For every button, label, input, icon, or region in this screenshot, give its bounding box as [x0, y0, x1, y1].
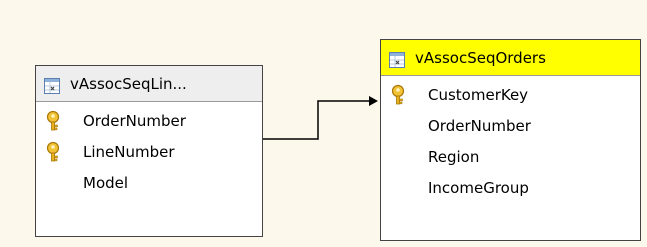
column-row[interactable]: CustomerKey [381, 79, 640, 110]
table-title: vAssocSeqLin... [70, 74, 187, 93]
column-row[interactable]: Model [36, 167, 262, 198]
key-slot-empty [44, 172, 62, 194]
column-row[interactable]: IncomeGroup [381, 172, 640, 203]
column-name: Region [428, 147, 480, 166]
column-row[interactable]: OrderNumber [36, 105, 262, 136]
column-name: IncomeGroup [428, 178, 529, 197]
diagram-canvas[interactable]: vAssocSeqLin... OrderNumber LineNumber M… [0, 0, 647, 247]
table-vassocseqlineitems[interactable]: vAssocSeqLin... OrderNumber LineNumber M… [35, 65, 263, 237]
key-slot-empty [389, 115, 407, 137]
column-row[interactable]: OrderNumber [381, 110, 640, 141]
relationship-arrowhead [369, 96, 378, 106]
primary-key-icon [46, 141, 60, 161]
column-list: OrderNumber LineNumber Model [36, 102, 262, 198]
primary-key-icon [391, 84, 405, 104]
table-header[interactable]: vAssocSeqOrders [381, 40, 640, 76]
table-icon [389, 51, 405, 68]
column-name: LineNumber [83, 142, 175, 161]
relationship-line [263, 100, 369, 140]
column-name: CustomerKey [428, 85, 529, 104]
table-header[interactable]: vAssocSeqLin... [36, 66, 262, 102]
key-slot-empty [389, 146, 407, 168]
column-row[interactable]: LineNumber [36, 136, 262, 167]
column-row[interactable]: Region [381, 141, 640, 172]
table-icon [44, 77, 60, 94]
column-name: OrderNumber [428, 116, 531, 135]
key-slot-empty [389, 177, 407, 199]
column-list: CustomerKey OrderNumber Region IncomeGro… [381, 76, 640, 203]
column-name: Model [83, 173, 129, 192]
column-name: OrderNumber [83, 111, 186, 130]
table-title: vAssocSeqOrders [415, 48, 546, 67]
table-vassocseqorders[interactable]: vAssocSeqOrders CustomerKey OrderNumber [380, 39, 641, 241]
primary-key-icon [46, 110, 60, 130]
